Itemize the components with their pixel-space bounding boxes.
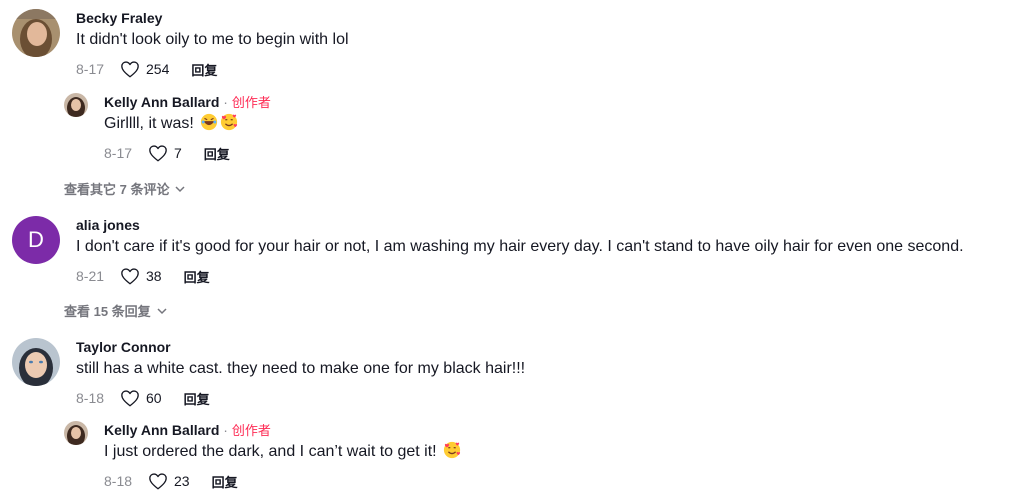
comment-item: Becky Fraley It didn't look oily to me t…	[12, 9, 349, 79]
view-more-label: 查看其它 7 条评论	[64, 182, 170, 197]
chevron-down-icon	[175, 185, 185, 192]
comment-text: I don't care if it's good for your hair …	[76, 238, 964, 255]
avatar-kelly[interactable]	[64, 93, 88, 117]
view-more-replies[interactable]: 查看 15 条回复	[64, 301, 167, 320]
reply-text: Girllll, it was!	[104, 115, 194, 132]
like-count: 38	[146, 268, 162, 284]
creator-badge: 创作者	[231, 423, 271, 438]
like-button[interactable]: 254	[120, 60, 169, 78]
laughing-emoji	[201, 113, 218, 131]
reply-author[interactable]: Kelly Ann Ballard	[104, 422, 219, 438]
like-button[interactable]: 60	[120, 389, 162, 407]
reply-author[interactable]: Kelly Ann Ballard	[104, 94, 219, 110]
reply-button[interactable]: 回复	[212, 472, 238, 491]
comment-author[interactable]: Taylor Connor	[76, 338, 525, 356]
separator-dot: ·	[223, 422, 228, 438]
like-count: 60	[146, 390, 162, 406]
avatar-letter: D	[28, 227, 44, 252]
smiling-hearts-emoji	[221, 113, 238, 131]
separator-dot: ·	[223, 94, 228, 110]
like-button[interactable]: 7	[148, 144, 182, 162]
heart-icon	[149, 145, 167, 162]
heart-icon	[121, 61, 139, 78]
reply-item: Kelly Ann Ballard · 创作者 Girllll, it was!…	[64, 93, 271, 163]
like-button[interactable]: 23	[148, 472, 190, 490]
view-more-label: 查看 15 条回复	[64, 304, 151, 319]
reply-text: I just ordered the dark, and I can’t wai…	[104, 443, 437, 460]
avatar-taylor[interactable]	[12, 338, 60, 386]
reply-button[interactable]: 回复	[184, 267, 210, 286]
reply-button[interactable]: 回复	[204, 144, 230, 163]
comment-date: 8-21	[76, 268, 105, 284]
reply-button[interactable]: 回复	[184, 389, 210, 408]
reply-button[interactable]: 回复	[191, 60, 217, 79]
chevron-down-icon	[157, 307, 167, 314]
reply-date: 8-17	[104, 145, 133, 161]
reply-text-line: Girllll, it was!	[104, 113, 271, 135]
heart-icon	[149, 473, 167, 490]
comment-date: 8-18	[76, 390, 105, 406]
comment-text: still has a white cast. they need to mak…	[76, 360, 526, 377]
comment-item: Taylor Connor still has a white cast. th…	[12, 338, 525, 408]
heart-icon	[121, 390, 139, 407]
reply-author-line: Kelly Ann Ballard · 创作者	[104, 421, 461, 439]
like-count: 7	[174, 145, 182, 161]
like-button[interactable]: 38	[120, 267, 162, 285]
comment-author[interactable]: alia jones	[76, 216, 964, 234]
comment-author[interactable]: Becky Fraley	[76, 9, 349, 27]
avatar-kelly[interactable]	[64, 421, 88, 445]
view-more-replies[interactable]: 查看其它 7 条评论	[64, 179, 185, 198]
comment-date: 8-17	[76, 61, 105, 77]
creator-badge: 创作者	[231, 95, 271, 110]
smiling-hearts-emoji	[443, 441, 461, 459]
reply-item: Kelly Ann Ballard · 创作者 I just ordered t…	[64, 421, 461, 491]
comment-text: It didn't look oily to me to begin with …	[76, 31, 349, 48]
heart-icon	[121, 268, 139, 285]
reply-author-line: Kelly Ann Ballard · 创作者	[104, 93, 271, 111]
reply-text-line: I just ordered the dark, and I can’t wai…	[104, 441, 461, 463]
avatar-becky[interactable]	[12, 9, 60, 57]
reply-date: 8-18	[104, 473, 133, 489]
like-count: 254	[146, 61, 170, 77]
comment-item: D alia jones I don't care if it's good f…	[12, 216, 964, 286]
like-count: 23	[174, 473, 190, 489]
avatar-alia[interactable]: D	[12, 216, 60, 264]
